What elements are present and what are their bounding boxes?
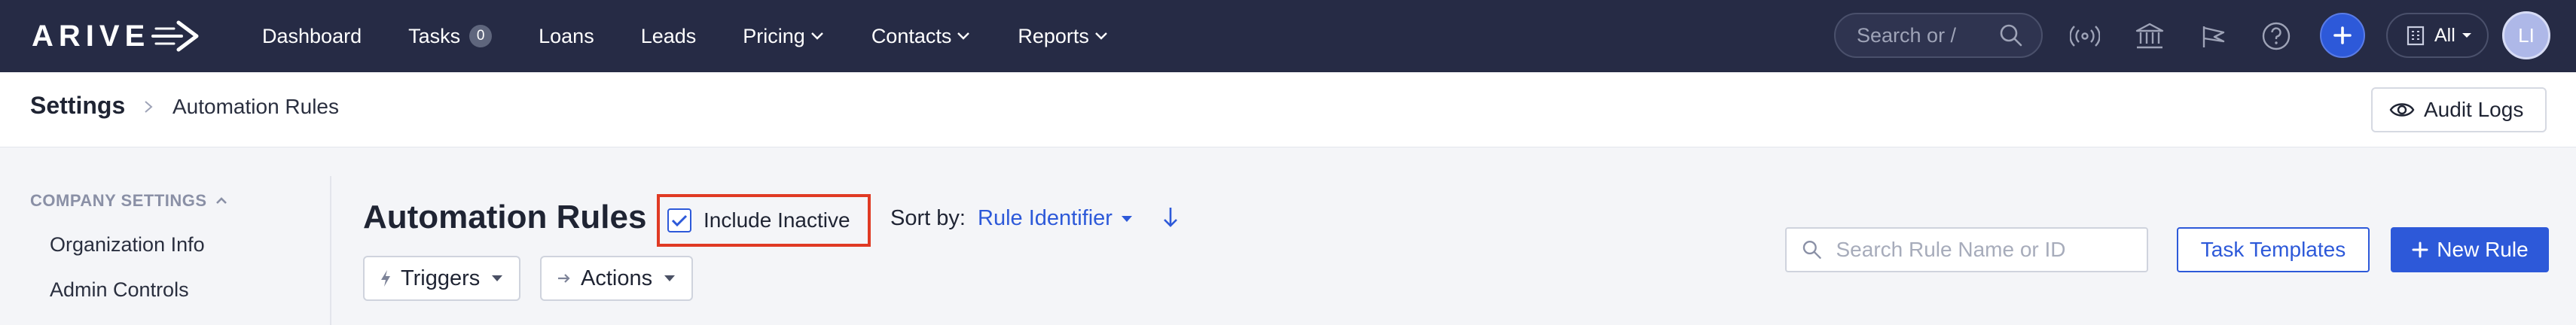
nav-loans[interactable]: Loans [539, 25, 594, 48]
task-templates-button[interactable]: Task Templates [2177, 227, 2370, 272]
new-rule-label: New Rule [2437, 238, 2529, 261]
arrow-down-icon[interactable] [1161, 205, 1180, 230]
page-title: Automation Rules [363, 199, 647, 235]
triggers-label: Triggers [401, 266, 481, 290]
logo[interactable]: ARIVE [32, 18, 200, 54]
chevron-up-icon [215, 197, 227, 204]
include-inactive-toggle[interactable]: Include Inactive [657, 194, 871, 247]
help-icon[interactable] [2260, 20, 2293, 53]
eye-icon [2389, 103, 2415, 117]
quick-add-button[interactable] [2320, 13, 2365, 58]
global-search[interactable]: Search or / [1834, 13, 2043, 58]
breadcrumb-settings[interactable]: Settings [30, 92, 125, 120]
nav-leads[interactable]: Leads [641, 25, 697, 48]
chevron-down-icon [957, 32, 970, 40]
nav-dashboard-label: Dashboard [262, 24, 362, 47]
settings-sidebar: COMPANY SETTINGS Organization Info Admin… [0, 176, 331, 325]
audit-logs-label: Audit Logs [2424, 98, 2524, 121]
rule-search-input[interactable] [1836, 238, 2147, 262]
breadcrumb-current: Automation Rules [172, 95, 340, 118]
actions-label: Actions [581, 266, 653, 290]
nav-pricing[interactable]: Pricing [743, 25, 825, 48]
nav-tasks-label: Tasks [408, 24, 461, 47]
search-icon [2000, 24, 2022, 47]
global-search-placeholder: Search or / [1857, 23, 1957, 47]
nav-reports-label: Reports [1018, 24, 1089, 47]
sidebar-section-company-settings[interactable]: COMPANY SETTINGS [30, 191, 228, 211]
logo-text: ARIVE [32, 19, 151, 53]
building-icon [2407, 26, 2425, 46]
nav-dashboard[interactable]: Dashboard [262, 25, 362, 48]
caret-down-icon [492, 275, 503, 281]
plus-icon [2333, 26, 2352, 44]
actions-dropdown[interactable]: Actions [540, 256, 694, 301]
scope-label: All [2434, 24, 2455, 46]
nav-contacts-label: Contacts [871, 24, 952, 47]
plus-icon [2412, 241, 2428, 258]
lightning-icon [381, 270, 390, 287]
announcement-icon[interactable] [2198, 20, 2231, 53]
avatar[interactable]: LI [2502, 11, 2550, 59]
sort-field-value: Rule Identifier [978, 206, 1113, 230]
caret-down-icon [664, 275, 676, 281]
bank-icon[interactable] [2133, 20, 2166, 53]
nav-tasks[interactable]: Tasks 0 [408, 24, 493, 48]
chevron-down-icon [810, 32, 823, 40]
nav-pricing-label: Pricing [743, 24, 805, 47]
check-icon [671, 214, 688, 227]
nav-contacts[interactable]: Contacts [871, 25, 972, 48]
include-inactive-checkbox[interactable] [667, 208, 691, 232]
main-content: Automation Rules Include Inactive Sort b… [333, 176, 2576, 325]
scope-selector[interactable]: All [2386, 13, 2489, 58]
main-menu: Dashboard Tasks 0 Loans Leads Pricing Con… [262, 0, 1155, 72]
audit-logs-button[interactable]: Audit Logs [2371, 87, 2547, 132]
chevron-down-icon [1095, 32, 1107, 40]
sort-label: Sort by: [890, 206, 966, 230]
new-rule-button[interactable]: New Rule [2391, 227, 2549, 272]
logo-arrow-icon [151, 20, 199, 52]
sidebar-item-organization-info[interactable]: Organization Info [50, 233, 205, 257]
nav-loans-label: Loans [539, 24, 594, 47]
sidebar-item-admin-controls[interactable]: Admin Controls [50, 278, 189, 302]
sidebar-section-label: COMPANY SETTINGS [30, 191, 207, 210]
include-inactive-label: Include Inactive [704, 208, 850, 232]
sort-field-dropdown[interactable]: Rule Identifier [978, 206, 1134, 231]
triggers-dropdown[interactable]: Triggers [363, 256, 521, 301]
search-icon [1802, 241, 1821, 259]
top-nav: ARIVE Dashboard Tasks 0 Loans Leads Prici… [0, 0, 2576, 72]
chevron-right-icon [145, 101, 153, 113]
breadcrumb: Settings Automation Rules Audit Logs [0, 72, 2576, 147]
caret-down-icon [2462, 33, 2471, 38]
tasks-count-badge: 0 [469, 25, 493, 47]
nav-leads-label: Leads [640, 24, 697, 47]
rule-search[interactable] [1785, 227, 2148, 272]
nav-reports[interactable]: Reports [1018, 25, 1109, 48]
caret-down-icon [1121, 215, 1132, 222]
broadcast-icon[interactable] [2068, 20, 2101, 53]
arrow-right-icon [558, 274, 570, 283]
